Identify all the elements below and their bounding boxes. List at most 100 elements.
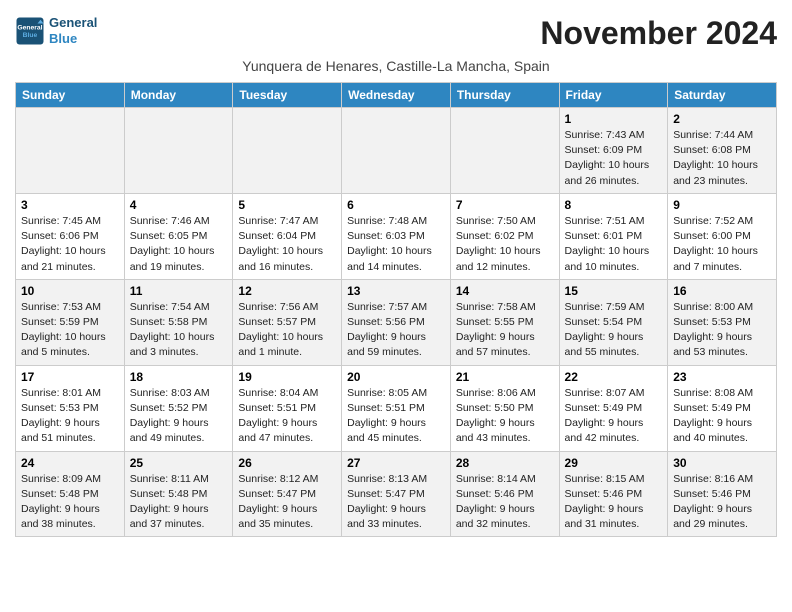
calendar-cell: 7 Sunrise: 7:50 AM Sunset: 6:02 PM Daylig… <box>450 193 559 279</box>
calendar-cell: 17 Sunrise: 8:01 AM Sunset: 5:53 PM Dayli… <box>16 365 125 451</box>
day-number: 30 <box>673 456 771 470</box>
day-info: Sunrise: 8:08 AM Sunset: 5:49 PM Dayligh… <box>673 386 771 447</box>
svg-text:General: General <box>17 24 42 31</box>
day-info: Sunrise: 7:47 AM Sunset: 6:04 PM Dayligh… <box>238 214 336 275</box>
calendar-cell: 2 Sunrise: 7:44 AM Sunset: 6:08 PM Daylig… <box>668 108 777 194</box>
day-number: 7 <box>456 198 554 212</box>
calendar-cell: 24 Sunrise: 8:09 AM Sunset: 5:48 PM Dayli… <box>16 451 125 537</box>
day-number: 25 <box>130 456 228 470</box>
col-header-wednesday: Wednesday <box>342 83 451 108</box>
day-number: 18 <box>130 370 228 384</box>
day-info: Sunrise: 7:48 AM Sunset: 6:03 PM Dayligh… <box>347 214 445 275</box>
calendar-cell: 3 Sunrise: 7:45 AM Sunset: 6:06 PM Daylig… <box>16 193 125 279</box>
day-number: 26 <box>238 456 336 470</box>
day-number: 9 <box>673 198 771 212</box>
calendar-cell: 6 Sunrise: 7:48 AM Sunset: 6:03 PM Daylig… <box>342 193 451 279</box>
day-info: Sunrise: 7:45 AM Sunset: 6:06 PM Dayligh… <box>21 214 119 275</box>
calendar-cell: 12 Sunrise: 7:56 AM Sunset: 5:57 PM Dayli… <box>233 279 342 365</box>
day-info: Sunrise: 8:07 AM Sunset: 5:49 PM Dayligh… <box>565 386 663 447</box>
day-number: 12 <box>238 284 336 298</box>
day-info: Sunrise: 8:05 AM Sunset: 5:51 PM Dayligh… <box>347 386 445 447</box>
day-info: Sunrise: 8:00 AM Sunset: 5:53 PM Dayligh… <box>673 300 771 361</box>
calendar-cell <box>233 108 342 194</box>
day-number: 14 <box>456 284 554 298</box>
day-number: 5 <box>238 198 336 212</box>
calendar-cell: 4 Sunrise: 7:46 AM Sunset: 6:05 PM Daylig… <box>124 193 233 279</box>
day-info: Sunrise: 7:51 AM Sunset: 6:01 PM Dayligh… <box>565 214 663 275</box>
col-header-monday: Monday <box>124 83 233 108</box>
calendar-cell: 29 Sunrise: 8:15 AM Sunset: 5:46 PM Dayli… <box>559 451 668 537</box>
calendar-table: SundayMondayTuesdayWednesdayThursdayFrid… <box>15 82 777 537</box>
day-info: Sunrise: 7:52 AM Sunset: 6:00 PM Dayligh… <box>673 214 771 275</box>
day-info: Sunrise: 8:15 AM Sunset: 5:46 PM Dayligh… <box>565 472 663 533</box>
calendar-cell: 15 Sunrise: 7:59 AM Sunset: 5:54 PM Dayli… <box>559 279 668 365</box>
day-info: Sunrise: 8:06 AM Sunset: 5:50 PM Dayligh… <box>456 386 554 447</box>
calendar-cell: 30 Sunrise: 8:16 AM Sunset: 5:46 PM Dayli… <box>668 451 777 537</box>
calendar-cell: 21 Sunrise: 8:06 AM Sunset: 5:50 PM Dayli… <box>450 365 559 451</box>
day-number: 8 <box>565 198 663 212</box>
svg-text:Blue: Blue <box>23 32 38 39</box>
calendar-cell: 10Sunrise: 7:53 AM Sunset: 5:59 PM Dayli… <box>16 279 125 365</box>
calendar-cell: 28 Sunrise: 8:14 AM Sunset: 5:46 PM Dayli… <box>450 451 559 537</box>
day-info: Sunrise: 8:14 AM Sunset: 5:46 PM Dayligh… <box>456 472 554 533</box>
calendar-cell: 14 Sunrise: 7:58 AM Sunset: 5:55 PM Dayli… <box>450 279 559 365</box>
day-number: 13 <box>347 284 445 298</box>
calendar-cell: 1 Sunrise: 7:43 AM Sunset: 6:09 PM Daylig… <box>559 108 668 194</box>
calendar-cell: 20 Sunrise: 8:05 AM Sunset: 5:51 PM Dayli… <box>342 365 451 451</box>
day-number: 28 <box>456 456 554 470</box>
day-info: Sunrise: 7:53 AM Sunset: 5:59 PM Dayligh… <box>21 300 119 361</box>
day-info: Sunrise: 7:46 AM Sunset: 6:05 PM Dayligh… <box>130 214 228 275</box>
calendar-cell: 25 Sunrise: 8:11 AM Sunset: 5:48 PM Dayli… <box>124 451 233 537</box>
logo-text-general: General <box>49 15 97 30</box>
day-number: 23 <box>673 370 771 384</box>
day-number: 21 <box>456 370 554 384</box>
calendar-cell: 18 Sunrise: 8:03 AM Sunset: 5:52 PM Dayli… <box>124 365 233 451</box>
calendar-cell: 5 Sunrise: 7:47 AM Sunset: 6:04 PM Daylig… <box>233 193 342 279</box>
calendar-cell: 27 Sunrise: 8:13 AM Sunset: 5:47 PM Dayli… <box>342 451 451 537</box>
day-number: 3 <box>21 198 119 212</box>
day-number: 4 <box>130 198 228 212</box>
day-number: 20 <box>347 370 445 384</box>
day-number: 11 <box>130 284 228 298</box>
day-info: Sunrise: 8:12 AM Sunset: 5:47 PM Dayligh… <box>238 472 336 533</box>
day-number: 16 <box>673 284 771 298</box>
subtitle: Yunquera de Henares, Castille-La Mancha,… <box>15 58 777 74</box>
calendar-cell: 9 Sunrise: 7:52 AM Sunset: 6:00 PM Daylig… <box>668 193 777 279</box>
col-header-sunday: Sunday <box>16 83 125 108</box>
day-info: Sunrise: 8:16 AM Sunset: 5:46 PM Dayligh… <box>673 472 771 533</box>
col-header-tuesday: Tuesday <box>233 83 342 108</box>
logo-icon: General Blue <box>15 16 45 46</box>
day-info: Sunrise: 7:50 AM Sunset: 6:02 PM Dayligh… <box>456 214 554 275</box>
col-header-friday: Friday <box>559 83 668 108</box>
day-number: 6 <box>347 198 445 212</box>
day-number: 27 <box>347 456 445 470</box>
calendar-cell: 22 Sunrise: 8:07 AM Sunset: 5:49 PM Dayli… <box>559 365 668 451</box>
day-info: Sunrise: 7:56 AM Sunset: 5:57 PM Dayligh… <box>238 300 336 361</box>
day-info: Sunrise: 7:43 AM Sunset: 6:09 PM Dayligh… <box>565 128 663 189</box>
day-info: Sunrise: 8:11 AM Sunset: 5:48 PM Dayligh… <box>130 472 228 533</box>
day-info: Sunrise: 8:09 AM Sunset: 5:48 PM Dayligh… <box>21 472 119 533</box>
col-header-thursday: Thursday <box>450 83 559 108</box>
calendar-cell: 23 Sunrise: 8:08 AM Sunset: 5:49 PM Dayli… <box>668 365 777 451</box>
day-number: 29 <box>565 456 663 470</box>
day-info: Sunrise: 7:44 AM Sunset: 6:08 PM Dayligh… <box>673 128 771 189</box>
day-info: Sunrise: 8:03 AM Sunset: 5:52 PM Dayligh… <box>130 386 228 447</box>
day-number: 15 <box>565 284 663 298</box>
day-number: 24 <box>21 456 119 470</box>
day-number: 19 <box>238 370 336 384</box>
day-number: 22 <box>565 370 663 384</box>
logo-text-blue: Blue <box>49 31 77 46</box>
calendar-cell: 26 Sunrise: 8:12 AM Sunset: 5:47 PM Dayli… <box>233 451 342 537</box>
logo: General Blue General Blue <box>15 15 97 46</box>
day-info: Sunrise: 7:58 AM Sunset: 5:55 PM Dayligh… <box>456 300 554 361</box>
calendar-cell: 8 Sunrise: 7:51 AM Sunset: 6:01 PM Daylig… <box>559 193 668 279</box>
day-info: Sunrise: 8:13 AM Sunset: 5:47 PM Dayligh… <box>347 472 445 533</box>
day-number: 17 <box>21 370 119 384</box>
calendar-cell: 11Sunrise: 7:54 AM Sunset: 5:58 PM Dayli… <box>124 279 233 365</box>
day-info: Sunrise: 8:01 AM Sunset: 5:53 PM Dayligh… <box>21 386 119 447</box>
calendar-cell: 13Sunrise: 7:57 AM Sunset: 5:56 PM Dayli… <box>342 279 451 365</box>
day-number: 1 <box>565 112 663 126</box>
day-info: Sunrise: 7:59 AM Sunset: 5:54 PM Dayligh… <box>565 300 663 361</box>
calendar-cell <box>124 108 233 194</box>
day-number: 2 <box>673 112 771 126</box>
